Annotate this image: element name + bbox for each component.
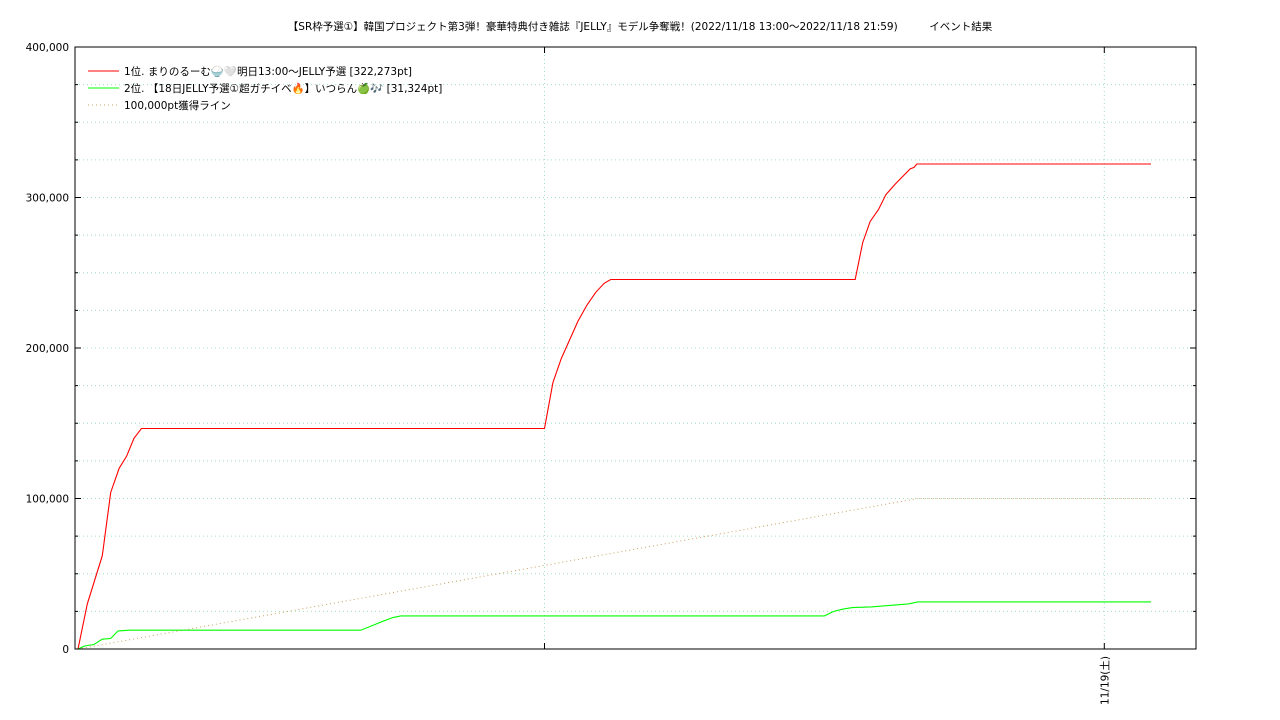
legend-label: 100,000pt獲得ライン: [124, 99, 231, 112]
legend-label: 1位. まりのるーむ🍚🤍明日13:00〜JELLY予選 [322,273pt]: [124, 65, 412, 78]
y-tick-label: 400,000: [26, 42, 69, 54]
axis-ticks: 0 100,000 200,000 300,000 400,000 11/19(土): [26, 42, 1196, 705]
grid-lines: [75, 47, 1196, 649]
y-tick-label: 100,000: [26, 494, 69, 506]
chart-title: 【SR枠予選①】韓国プロジェクト第3弾！豪華特典付き雑誌『JELLY』モデル争奪…: [288, 20, 993, 33]
y-tick-label: 300,000: [26, 193, 69, 205]
legend: 1位. まりのるーむ🍚🤍明日13:00〜JELLY予選 [322,273pt] 2…: [88, 65, 442, 112]
target-line-layer: [77, 498, 1151, 650]
series-line-1: [77, 163, 1151, 650]
line-chart: 【SR枠予選①】韓国プロジェクト第3弾！豪華特典付き雑誌『JELLY』モデル争奪…: [26, 20, 1197, 705]
legend-label: 2位. 【18日JELLY予選①超ガチイベ🔥】いつらん🍏🎶 [31,324pt]: [124, 82, 442, 95]
y-tick-label: 200,000: [26, 343, 69, 355]
x-tick-label: 11/19(土): [1098, 656, 1111, 705]
chart-container: 【SR枠予選①】韓国プロジェクト第3弾！豪華特典付き雑誌『JELLY』モデル争奪…: [0, 0, 1280, 720]
target-line: [77, 498, 1151, 650]
y-tick-label: 0: [62, 644, 69, 656]
series-layer: [77, 163, 1151, 650]
series-line-2: [77, 601, 1151, 650]
